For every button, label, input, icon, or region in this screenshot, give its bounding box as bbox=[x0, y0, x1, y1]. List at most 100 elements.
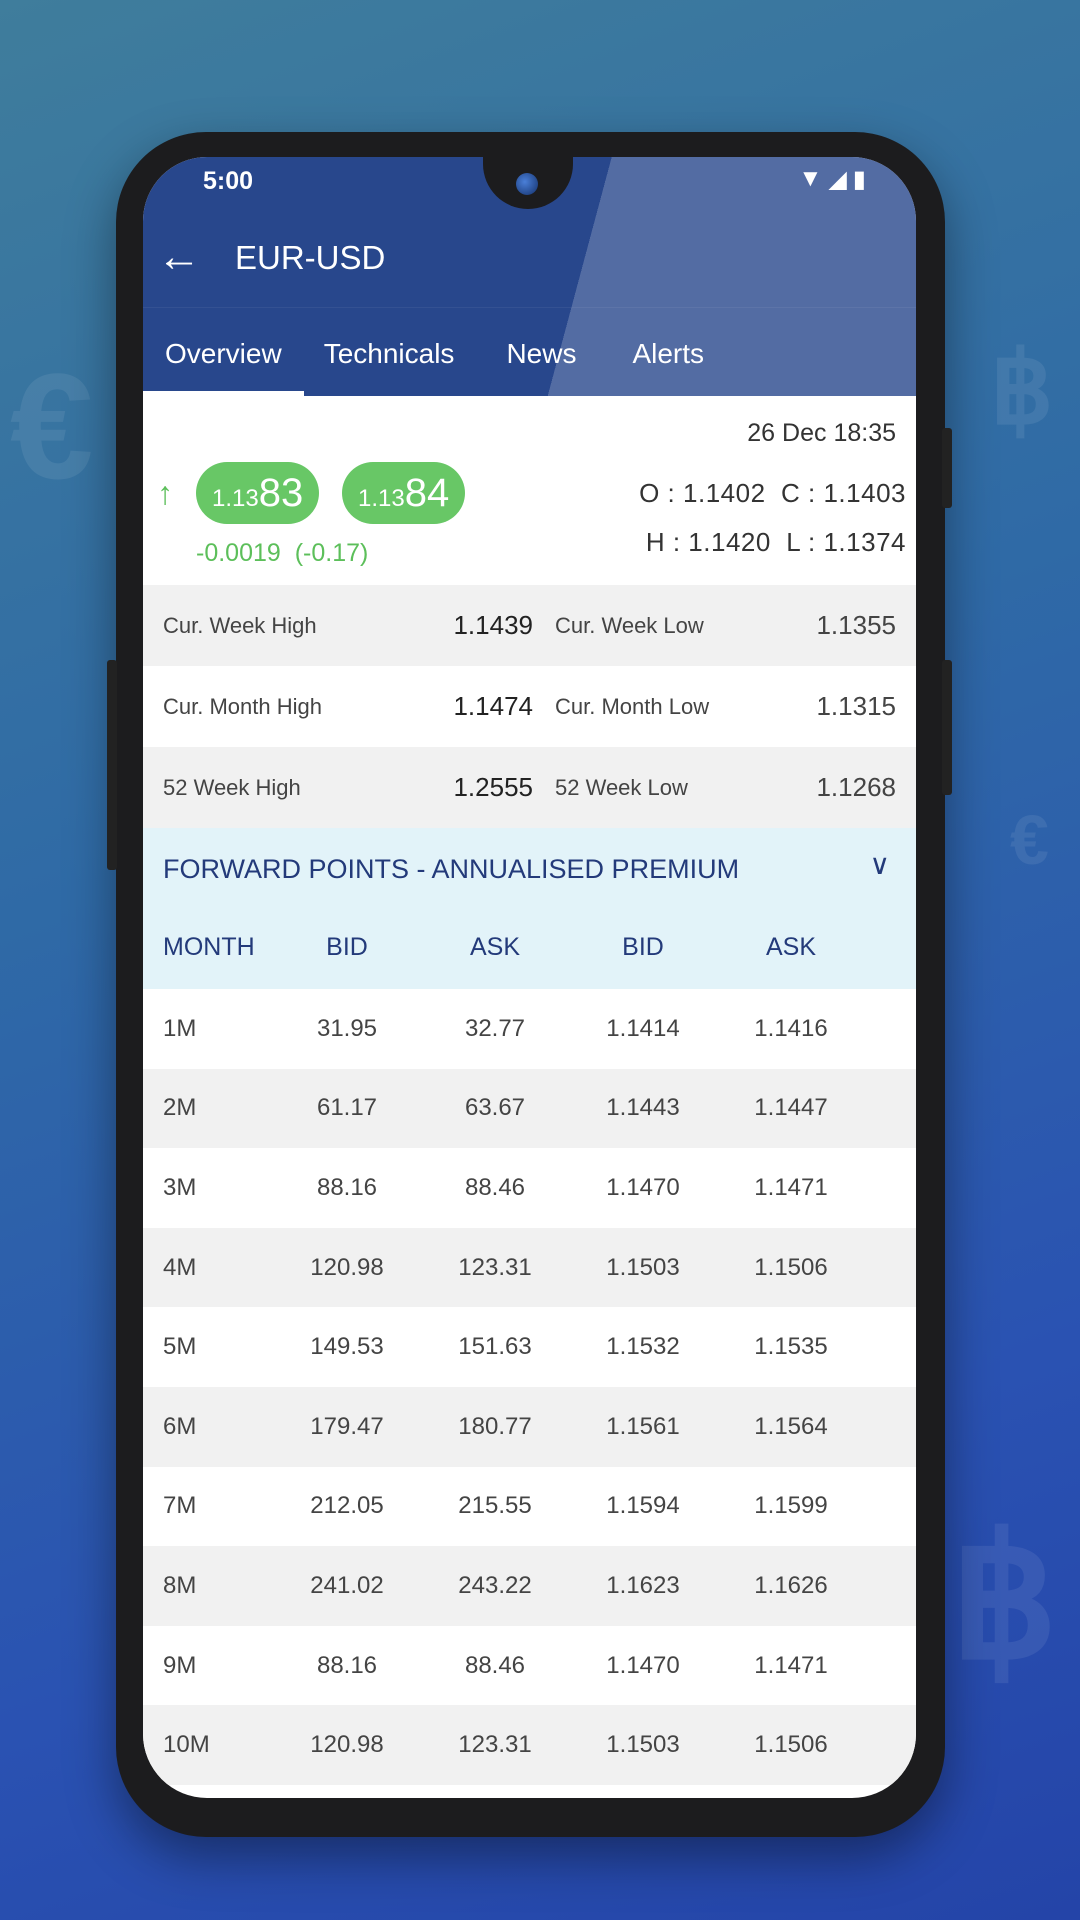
stat-row: Cur. Month High 1.1474 Cur. Month Low 1.… bbox=[143, 666, 916, 747]
table-cell: 63.67 bbox=[464, 1094, 526, 1122]
tab-alerts[interactable]: Alerts bbox=[576, 308, 704, 396]
col-header: MONTH bbox=[163, 933, 255, 961]
table-cell: 212.05 bbox=[310, 1492, 384, 1520]
table-cell: 1.1443 bbox=[606, 1094, 680, 1122]
table-cell: 180.77 bbox=[458, 1412, 532, 1440]
table-cell: 1.1503 bbox=[606, 1253, 680, 1281]
table-cell: 1.1506 bbox=[754, 1253, 828, 1281]
table-cell: 88.16 bbox=[316, 1173, 378, 1201]
table-cell: 88.46 bbox=[464, 1651, 526, 1679]
table-cell: 1.1470 bbox=[606, 1173, 680, 1201]
price-change: -0.0019 (-0.17) bbox=[196, 539, 369, 567]
table-cell: 32.77 bbox=[464, 1014, 526, 1042]
table-cell: 9M bbox=[163, 1651, 197, 1679]
table-cell: 3M bbox=[163, 1173, 197, 1201]
table-cell: 1.1471 bbox=[754, 1651, 828, 1679]
table-cell: 1.1561 bbox=[606, 1412, 680, 1440]
table-cell: 10M bbox=[163, 1731, 210, 1759]
col-header: ASK bbox=[765, 933, 817, 961]
table-cell: 1.1416 bbox=[754, 1014, 828, 1042]
stat-label: Cur. Week Low bbox=[555, 612, 704, 638]
table-row: 7M 212.05 215.55 1.1594 1.1599 bbox=[143, 1467, 916, 1547]
stat-value: 1.1315 bbox=[816, 691, 896, 721]
tab-news[interactable]: News bbox=[454, 308, 576, 396]
table-cell: 1.1470 bbox=[606, 1651, 680, 1679]
table-cell: 1.1564 bbox=[754, 1412, 828, 1440]
bitcoin-watermark-icon: ฿ bbox=[990, 333, 1054, 445]
app-header: 5:00 ▼ ◢ ▮ ← EUR-USD Overview Technicals… bbox=[143, 157, 916, 396]
stat-label: Cur. Month Low bbox=[555, 693, 710, 719]
open-close: O : 1.1402 C : 1.1403 bbox=[639, 478, 906, 508]
stat-label: Cur. Week High bbox=[163, 612, 317, 638]
signal-icon: ◢ bbox=[828, 166, 847, 193]
table-cell: 1.1447 bbox=[754, 1094, 828, 1122]
up-arrow-icon: ↑ bbox=[157, 475, 173, 511]
chevron-down-icon[interactable]: ∨ bbox=[870, 848, 891, 881]
stat-label: 52 Week High bbox=[163, 774, 301, 800]
bid-price-pill[interactable]: 1.13 83 bbox=[196, 462, 320, 524]
table-row: 9M 88.16 88.46 1.1470 1.1471 bbox=[143, 1626, 916, 1706]
table-row: 2M 61.17 63.67 1.1443 1.1447 bbox=[143, 1068, 916, 1149]
stats-list: Cur. Week High 1.1439 Cur. Week Low 1.13… bbox=[143, 585, 916, 828]
table-row: 4M 120.98 123.31 1.1503 1.1506 bbox=[143, 1227, 916, 1308]
table-cell: 241.02 bbox=[310, 1571, 384, 1599]
stat-row: Cur. Week High 1.1439 Cur. Week Low 1.13… bbox=[143, 585, 916, 666]
table-cell: 1.1532 bbox=[606, 1333, 680, 1361]
euro-watermark-icon: € bbox=[10, 342, 94, 510]
table-cell: 151.63 bbox=[458, 1333, 532, 1361]
phone-button bbox=[942, 660, 952, 795]
table-cell: 4M bbox=[163, 1253, 197, 1281]
table-cell: 1.1594 bbox=[606, 1492, 680, 1520]
table-cell: 120.98 bbox=[310, 1253, 384, 1281]
table-row: 5M 149.53 151.63 1.1532 1.1535 bbox=[143, 1307, 916, 1387]
status-time: 5:00 bbox=[203, 167, 254, 195]
stat-value: 1.2555 bbox=[453, 772, 533, 802]
ask-price-pill[interactable]: 1.13 84 bbox=[342, 462, 466, 524]
bitcoin-watermark-icon: ฿ bbox=[950, 1504, 1059, 1694]
table-cell: 88.16 bbox=[316, 1651, 378, 1679]
table-row: 1M 31.95 32.77 1.1414 1.1416 bbox=[143, 989, 916, 1069]
col-header: BID bbox=[622, 933, 664, 961]
table-cell: 6M bbox=[163, 1412, 197, 1440]
status-icons: ▼ ◢ ▮ bbox=[799, 165, 866, 194]
table-cell: 1.1626 bbox=[754, 1571, 828, 1599]
table-cell: 243.22 bbox=[458, 1571, 532, 1599]
table-cell: 31.95 bbox=[316, 1014, 378, 1042]
stat-label: Cur. Month High bbox=[163, 693, 322, 719]
table-cell: 215.55 bbox=[458, 1492, 532, 1520]
forward-points-section[interactable]: FORWARD POINTS - ANNUALISED PREMIUM ∨ MO… bbox=[143, 828, 916, 989]
phone-button bbox=[942, 428, 952, 508]
tab-bar: Overview Technicals News Alerts bbox=[143, 307, 916, 396]
table-cell: 1.1599 bbox=[754, 1492, 828, 1520]
table-cell: 1.1535 bbox=[754, 1333, 828, 1361]
stat-value: 1.1474 bbox=[453, 691, 533, 721]
tab-overview[interactable]: Overview bbox=[143, 308, 304, 396]
table-cell: 88.46 bbox=[464, 1173, 526, 1201]
quote-date: 26 Dec 18:35 bbox=[747, 419, 896, 447]
stat-row: 52 Week High 1.2555 52 Week Low 1.1268 bbox=[143, 747, 916, 828]
stat-value: 1.1268 bbox=[816, 772, 896, 802]
section-title: FORWARD POINTS - ANNUALISED PREMIUM bbox=[163, 854, 740, 884]
table-cell: 179.47 bbox=[310, 1412, 384, 1440]
stat-label: 52 Week Low bbox=[555, 774, 688, 800]
table-cell: 61.17 bbox=[316, 1094, 378, 1122]
table-cell: 5M bbox=[163, 1333, 197, 1361]
back-arrow-icon[interactable]: ← bbox=[157, 232, 201, 282]
phone-button bbox=[107, 660, 117, 870]
table-cell: 1.1471 bbox=[754, 1173, 828, 1201]
col-header: BID bbox=[326, 933, 368, 961]
table-row: 8M 241.02 243.22 1.1623 1.1626 bbox=[143, 1546, 916, 1626]
forward-points-table: 1M 31.95 32.77 1.1414 1.1416 2M 61.17 63.67 1.14… bbox=[143, 989, 916, 1785]
table-cell: 123.31 bbox=[458, 1731, 532, 1759]
tab-technicals[interactable]: Technicals bbox=[282, 308, 455, 396]
table-cell: 1.1414 bbox=[606, 1014, 680, 1042]
table-cell: 149.53 bbox=[310, 1333, 384, 1361]
camera bbox=[516, 173, 538, 195]
table-cell: 7M bbox=[163, 1492, 197, 1520]
table-cell: 120.98 bbox=[310, 1731, 384, 1759]
stat-value: 1.1439 bbox=[453, 610, 533, 640]
battery-icon: ▮ bbox=[852, 166, 866, 193]
table-row: 6M 179.47 180.77 1.1561 1.1564 bbox=[143, 1386, 916, 1467]
table-cell: 123.31 bbox=[458, 1253, 532, 1281]
euro-watermark-icon: € bbox=[1010, 801, 1049, 879]
